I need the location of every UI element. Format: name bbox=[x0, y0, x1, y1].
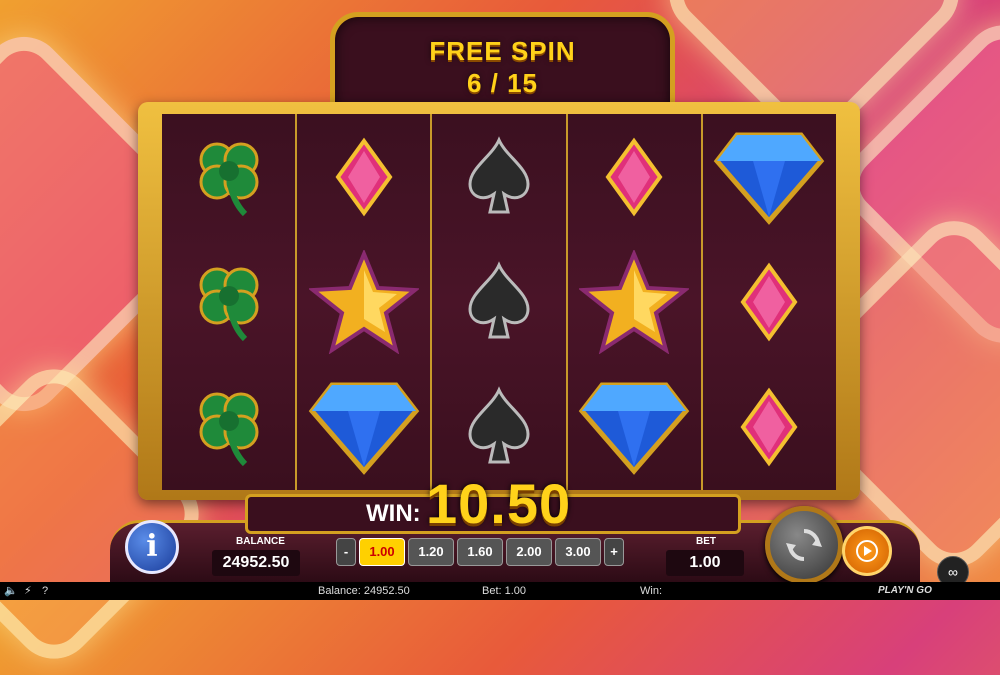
balance-label: BALANCE bbox=[236, 536, 285, 547]
bet-option[interactable]: 2.00 bbox=[506, 538, 552, 566]
status-balance: Balance: 24952.50 bbox=[318, 585, 410, 597]
pink-diamond-icon bbox=[568, 114, 701, 239]
bet-value: 1.00 bbox=[666, 550, 744, 576]
turbo-icon[interactable]: ⚡ bbox=[24, 582, 32, 600]
status-win: Win: bbox=[640, 585, 662, 597]
free-spin-count: 6 / 15 bbox=[466, 68, 539, 98]
bet-options: - 1.00 1.20 1.60 2.00 3.00 + bbox=[336, 538, 624, 566]
reel-column bbox=[703, 114, 836, 490]
spin-arrows-icon bbox=[786, 529, 822, 561]
spin-button[interactable] bbox=[765, 506, 843, 584]
win-bar: WIN: 10.50 bbox=[245, 472, 741, 535]
bet-option[interactable]: 3.00 bbox=[555, 538, 601, 566]
bet-label: BET bbox=[696, 536, 716, 547]
spade-icon bbox=[432, 114, 565, 239]
blue-gem-icon bbox=[703, 114, 836, 239]
pink-diamond-icon bbox=[297, 114, 430, 239]
bet-option[interactable]: 1.00 bbox=[359, 538, 405, 566]
balance-value: 24952.50 bbox=[212, 550, 300, 576]
reel-grid bbox=[162, 114, 836, 490]
clover-icon bbox=[162, 239, 295, 364]
autoplay-button[interactable] bbox=[842, 526, 892, 576]
free-spin-title: FREE SPIN bbox=[429, 36, 576, 66]
spade-icon bbox=[432, 239, 565, 364]
info-button[interactable]: i bbox=[125, 520, 179, 574]
autoplay-icon bbox=[856, 540, 878, 562]
reel-column bbox=[568, 114, 703, 490]
status-bet: Bet: 1.00 bbox=[482, 585, 527, 597]
bet-decrease-button[interactable]: - bbox=[336, 538, 356, 566]
clover-icon bbox=[162, 365, 295, 490]
clover-icon bbox=[162, 114, 295, 239]
blue-gem-icon bbox=[297, 365, 430, 490]
reel-column bbox=[432, 114, 568, 490]
pink-diamond-icon bbox=[703, 365, 836, 490]
bet-option[interactable]: 1.60 bbox=[457, 538, 503, 566]
status-bar: 🔈 ⚡ ? Balance: 24952.50 Bet: 1.00 Win: bbox=[0, 582, 1000, 600]
win-label: WIN: bbox=[366, 500, 421, 527]
reel-column bbox=[162, 114, 298, 490]
help-icon[interactable]: ? bbox=[42, 582, 48, 600]
bet-increase-button[interactable]: + bbox=[604, 538, 624, 566]
gold-star-icon bbox=[568, 239, 701, 364]
pink-diamond-icon bbox=[703, 239, 836, 364]
playngo-logo: PLAY'N GO bbox=[878, 585, 932, 596]
blue-gem-icon bbox=[568, 365, 701, 490]
reel-column bbox=[297, 114, 433, 490]
gold-star-icon bbox=[297, 239, 430, 364]
reel-frame bbox=[138, 102, 860, 500]
sound-icon[interactable]: 🔈 bbox=[4, 582, 18, 600]
free-spin-plate: FREE SPIN 6 / 15 bbox=[330, 12, 675, 109]
bet-option[interactable]: 1.20 bbox=[408, 538, 454, 566]
win-value: 10.50 bbox=[426, 472, 572, 535]
